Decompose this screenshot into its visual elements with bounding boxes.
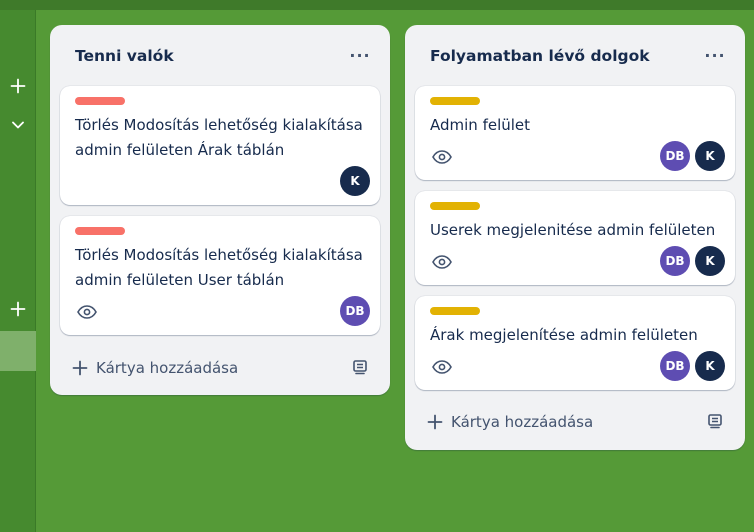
- list-title[interactable]: Tenni valók: [75, 47, 174, 65]
- add-card-button[interactable]: Kártya hozzáadása: [58, 350, 328, 386]
- member-avatar[interactable]: K: [695, 141, 725, 171]
- eye-icon: [432, 255, 452, 269]
- card-title: Törlés Modosítás lehetőség kialakítása a…: [75, 116, 363, 159]
- eye-icon: [432, 360, 452, 374]
- card-label-yellow[interactable]: [430, 307, 480, 315]
- eye-icon: [77, 305, 97, 319]
- list-folyamatban: Folyamatban lévő dolgok ··· Admin felüle…: [405, 25, 745, 450]
- member-avatar[interactable]: DB: [660, 351, 690, 381]
- plus-icon: [10, 78, 26, 94]
- plus-icon: [72, 360, 88, 376]
- card-title: Userek megjelenitése admin felületen: [430, 221, 716, 239]
- list-menu-button[interactable]: ···: [348, 45, 372, 65]
- card[interactable]: Userek megjelenitése admin felületen DB …: [415, 191, 735, 285]
- member-avatar[interactable]: K: [695, 246, 725, 276]
- card[interactable]: Árak megjelenítése admin felületen DB K: [415, 296, 735, 390]
- card-title: Törlés Modosítás lehetőség kialakítása a…: [75, 246, 363, 289]
- add-card-button[interactable]: Kártya hozzáadása: [413, 404, 683, 440]
- add-card-label: Kártya hozzáadása: [451, 413, 594, 431]
- chevron-down-icon: [12, 121, 24, 129]
- sidebar-add-button[interactable]: [0, 72, 36, 100]
- plus-icon: [10, 301, 26, 317]
- more-horizontal-icon: ···: [704, 45, 726, 65]
- card-template-icon[interactable]: [351, 358, 369, 376]
- card-title: Admin felület: [430, 116, 531, 134]
- more-horizontal-icon: ···: [349, 45, 371, 65]
- board-top-bar: [0, 0, 754, 10]
- add-card-label: Kártya hozzáadása: [96, 359, 239, 377]
- sidebar-active-board[interactable]: [0, 331, 36, 371]
- member-avatar[interactable]: DB: [660, 246, 690, 276]
- plus-icon: [427, 414, 443, 430]
- card[interactable]: Törlés Modosítás lehetőség kialakítása a…: [60, 216, 380, 335]
- card-title: Árak megjelenítése admin felületen: [430, 326, 698, 344]
- list-tenni-valok: Tenni valók ··· Törlés Modosítás lehetős…: [50, 25, 390, 395]
- card-label-red[interactable]: [75, 97, 125, 105]
- card[interactable]: Admin felület DB K: [415, 86, 735, 180]
- sidebar-add-board-button[interactable]: [0, 295, 36, 323]
- eye-icon: [432, 150, 452, 164]
- list-header[interactable]: Tenni valók: [50, 25, 390, 87]
- member-avatar[interactable]: K: [695, 351, 725, 381]
- member-avatar[interactable]: K: [340, 166, 370, 196]
- card-label-yellow[interactable]: [430, 97, 480, 105]
- member-avatar[interactable]: DB: [660, 141, 690, 171]
- card-template-icon[interactable]: [706, 412, 724, 430]
- card-label-yellow[interactable]: [430, 202, 480, 210]
- list-title[interactable]: Folyamatban lévő dolgok: [430, 47, 650, 65]
- workspace-sidebar: [0, 10, 36, 532]
- list-menu-button[interactable]: ···: [703, 45, 727, 65]
- card[interactable]: Törlés Modosítás lehetőség kialakítása a…: [60, 86, 380, 205]
- member-avatar[interactable]: DB: [340, 296, 370, 326]
- list-header[interactable]: Folyamatban lévő dolgok: [405, 25, 745, 87]
- sidebar-collapse-button[interactable]: [0, 111, 36, 139]
- card-label-red[interactable]: [75, 227, 125, 235]
